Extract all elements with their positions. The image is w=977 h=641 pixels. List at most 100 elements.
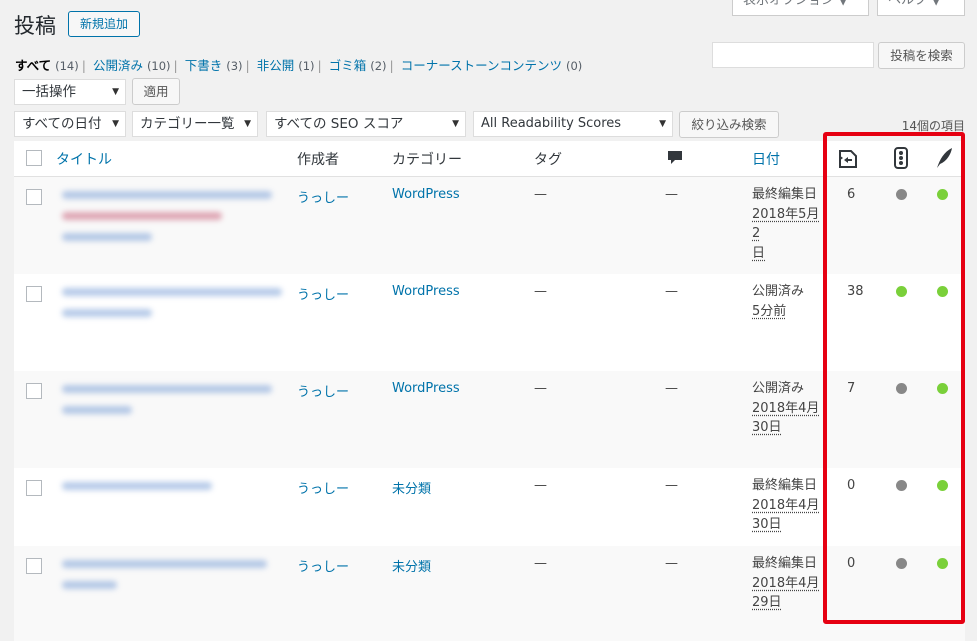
blurred-post-title[interactable] [62, 309, 152, 317]
search-input[interactable] [712, 42, 874, 68]
view-count: (0) [566, 59, 583, 73]
row-checkbox[interactable] [26, 480, 42, 496]
tags-value: — [534, 478, 547, 493]
tags-value: — [534, 284, 547, 299]
row-checkbox[interactable] [26, 189, 42, 205]
blurred-post-title[interactable] [62, 482, 212, 490]
date-value: 30日 [752, 420, 782, 435]
view-all[interactable]: すべて [15, 58, 51, 73]
separator: | [245, 58, 250, 73]
blurred-post-title[interactable] [62, 385, 272, 393]
blurred-post-title[interactable] [62, 212, 222, 220]
comments-value: — [665, 381, 678, 396]
date-status: 公開済み [752, 284, 805, 299]
date-filter-select[interactable]: すべての日付 ▼ [14, 111, 126, 137]
separator: | [81, 58, 86, 73]
view-count: (14) [55, 59, 79, 73]
date-status: 最終編集日 [752, 478, 818, 493]
chevron-down-icon: ▼ [244, 119, 251, 129]
chevron-down-icon: ▼ [112, 87, 119, 97]
date-value: 2018年4月 [752, 400, 820, 416]
date-value: 2018年4月 [752, 497, 820, 513]
date-value: 2018年4月 [752, 575, 820, 591]
help-tab[interactable]: ヘルプ ▼ [877, 0, 965, 16]
author-link[interactable]: うっしー [297, 478, 349, 497]
date-status: 最終編集日 [752, 187, 818, 202]
date-cell: 公開済み 5分前 [752, 282, 824, 321]
separator: | [389, 58, 394, 73]
apply-button[interactable]: 適用 [132, 78, 180, 105]
select-all-checkbox[interactable] [26, 150, 42, 166]
add-new-button[interactable]: 新規追加 [68, 11, 140, 37]
date-status: 最終編集日 [752, 556, 818, 571]
author-link[interactable]: うっしー [297, 381, 349, 400]
view-count: (3) [226, 59, 243, 73]
chevron-down-icon: ▼ [452, 119, 459, 129]
screen-options-tab[interactable]: 表示オプション ▼ [732, 0, 869, 16]
column-author: 作成者 [297, 152, 339, 168]
row-checkbox[interactable] [26, 383, 42, 399]
author-link[interactable]: うっしー [297, 187, 349, 206]
category-link[interactable]: 未分類 [392, 478, 431, 497]
category-filter-value: カテゴリー一覧 [140, 116, 235, 132]
category-link[interactable]: WordPress [392, 284, 460, 299]
comment-bubble-icon[interactable] [667, 150, 683, 166]
seo-score-filter-value: すべての SEO スコア [274, 116, 404, 132]
tags-value: — [534, 187, 547, 202]
row-checkbox[interactable] [26, 286, 42, 302]
view-private[interactable]: 非公開 [257, 58, 295, 73]
readability-filter-select[interactable]: All Readability Scores ▼ [473, 111, 673, 137]
date-status: 公開済み [752, 381, 805, 396]
comments-value: — [665, 187, 678, 202]
column-title[interactable]: タイトル [56, 149, 112, 169]
date-filter-value: すべての日付 [22, 116, 102, 132]
blurred-post-title[interactable] [62, 288, 282, 296]
blurred-post-title[interactable] [62, 581, 117, 589]
tags-value: — [534, 556, 547, 571]
chevron-down-icon: ▼ [112, 119, 119, 129]
date-value: 2018年5月2 [752, 206, 820, 242]
date-cell: 最終編集日 2018年5月2 日 [752, 185, 824, 263]
readability-filter-value: All Readability Scores [481, 116, 622, 131]
bulk-action-select[interactable]: 一括操作 ▼ [14, 79, 126, 105]
view-published[interactable]: 公開済み [93, 58, 143, 73]
category-filter-select[interactable]: カテゴリー一覧 ▼ [132, 111, 258, 137]
seo-score-filter-select[interactable]: すべての SEO スコア ▼ [266, 111, 466, 137]
column-categories: カテゴリー [392, 152, 462, 168]
date-cell: 最終編集日 2018年4月 29日 [752, 554, 824, 613]
tags-value: — [534, 381, 547, 396]
view-count: (10) [146, 59, 171, 73]
category-link[interactable]: 未分類 [392, 556, 431, 575]
row-checkbox[interactable] [26, 558, 42, 574]
date-value: 日 [752, 245, 766, 261]
filter-button[interactable]: 絞り込み検索 [679, 111, 779, 138]
search-posts-button[interactable]: 投稿を検索 [878, 42, 965, 69]
view-drafts[interactable]: 下書き [185, 58, 223, 73]
date-cell: 公開済み 2018年4月 30日 [752, 379, 824, 438]
blurred-post-title[interactable] [62, 191, 272, 199]
separator: | [317, 58, 322, 73]
view-count: (1) [298, 59, 315, 73]
bulk-action-value: 一括操作 [22, 84, 76, 100]
blurred-post-title[interactable] [62, 406, 132, 414]
view-cornerstone[interactable]: コーナーストーンコンテンツ [401, 58, 562, 73]
date-cell: 最終編集日 2018年4月 30日 [752, 476, 824, 535]
chevron-down-icon: ▼ [659, 119, 666, 129]
blurred-post-title[interactable] [62, 560, 267, 568]
date-value: 30日 [752, 517, 782, 532]
comments-value: — [665, 478, 678, 493]
author-link[interactable]: うっしー [297, 284, 349, 303]
column-tags: タグ [534, 152, 562, 168]
date-value: 5分前 [752, 303, 787, 319]
column-date[interactable]: 日付 [752, 149, 780, 169]
page-title: 投稿 [14, 14, 56, 38]
view-trash[interactable]: ゴミ箱 [329, 58, 367, 73]
category-link[interactable]: WordPress [392, 187, 460, 202]
highlight-box [823, 132, 965, 624]
date-value: 29日 [752, 595, 782, 610]
author-link[interactable]: うっしー [297, 556, 349, 575]
view-count: (2) [370, 59, 387, 73]
category-link[interactable]: WordPress [392, 381, 460, 396]
comments-value: — [665, 556, 678, 571]
blurred-post-title[interactable] [62, 233, 152, 241]
